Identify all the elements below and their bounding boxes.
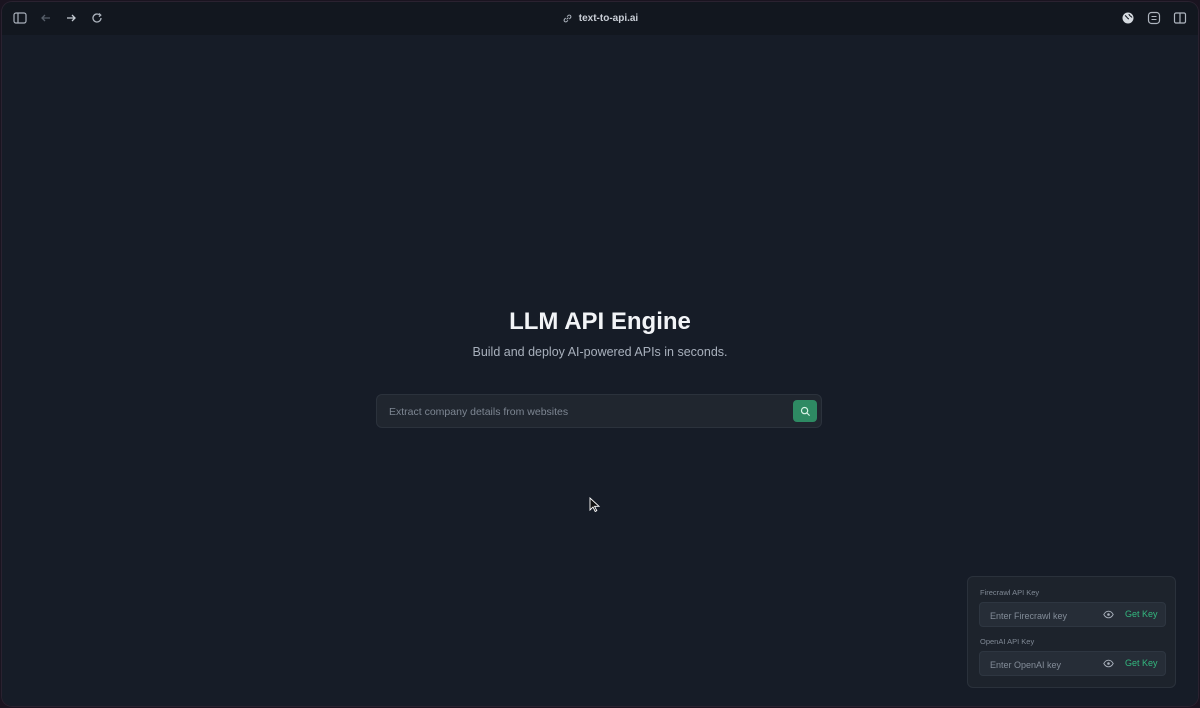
firecrawl-key-field: Get Key [979, 602, 1166, 628]
mouse-cursor-icon [589, 497, 601, 513]
openai-get-key-link[interactable]: Get Key [1125, 652, 1158, 675]
search-input[interactable] [387, 395, 786, 429]
page-subtitle: Build and deploy AI-powered APIs in seco… [472, 345, 728, 359]
openai-key-input[interactable] [988, 652, 1102, 677]
address-bar[interactable]: text-to-api.ai [2, 2, 1198, 35]
search-icon [800, 406, 810, 416]
openai-key-label: OpenAI API Key [980, 637, 1035, 646]
page-title: LLM API Engine [509, 308, 691, 335]
url-text: text-to-api.ai [578, 13, 639, 24]
split-view-icon[interactable] [1172, 10, 1188, 26]
openai-key-field: Get Key [979, 651, 1166, 677]
eye-icon[interactable] [1103, 610, 1114, 619]
api-keys-panel: Firecrawl API Key Get Key OpenAI API Key… [967, 576, 1176, 688]
firecrawl-key-label: Firecrawl API Key [980, 588, 1040, 597]
page-content: LLM API Engine Build and deploy AI-power… [2, 35, 1198, 706]
search-button[interactable] [793, 400, 817, 422]
search-box [376, 394, 822, 429]
firecrawl-get-key-link[interactable]: Get Key [1125, 603, 1158, 626]
globe-icon[interactable] [1120, 10, 1136, 26]
browser-window: text-to-api.ai LLM API Engine Build and … [2, 2, 1198, 706]
browser-toolbar: text-to-api.ai [2, 2, 1198, 35]
link-icon [563, 14, 572, 23]
firecrawl-key-input[interactable] [988, 603, 1102, 628]
eye-icon[interactable] [1103, 659, 1114, 668]
reader-icon[interactable] [1146, 10, 1162, 26]
